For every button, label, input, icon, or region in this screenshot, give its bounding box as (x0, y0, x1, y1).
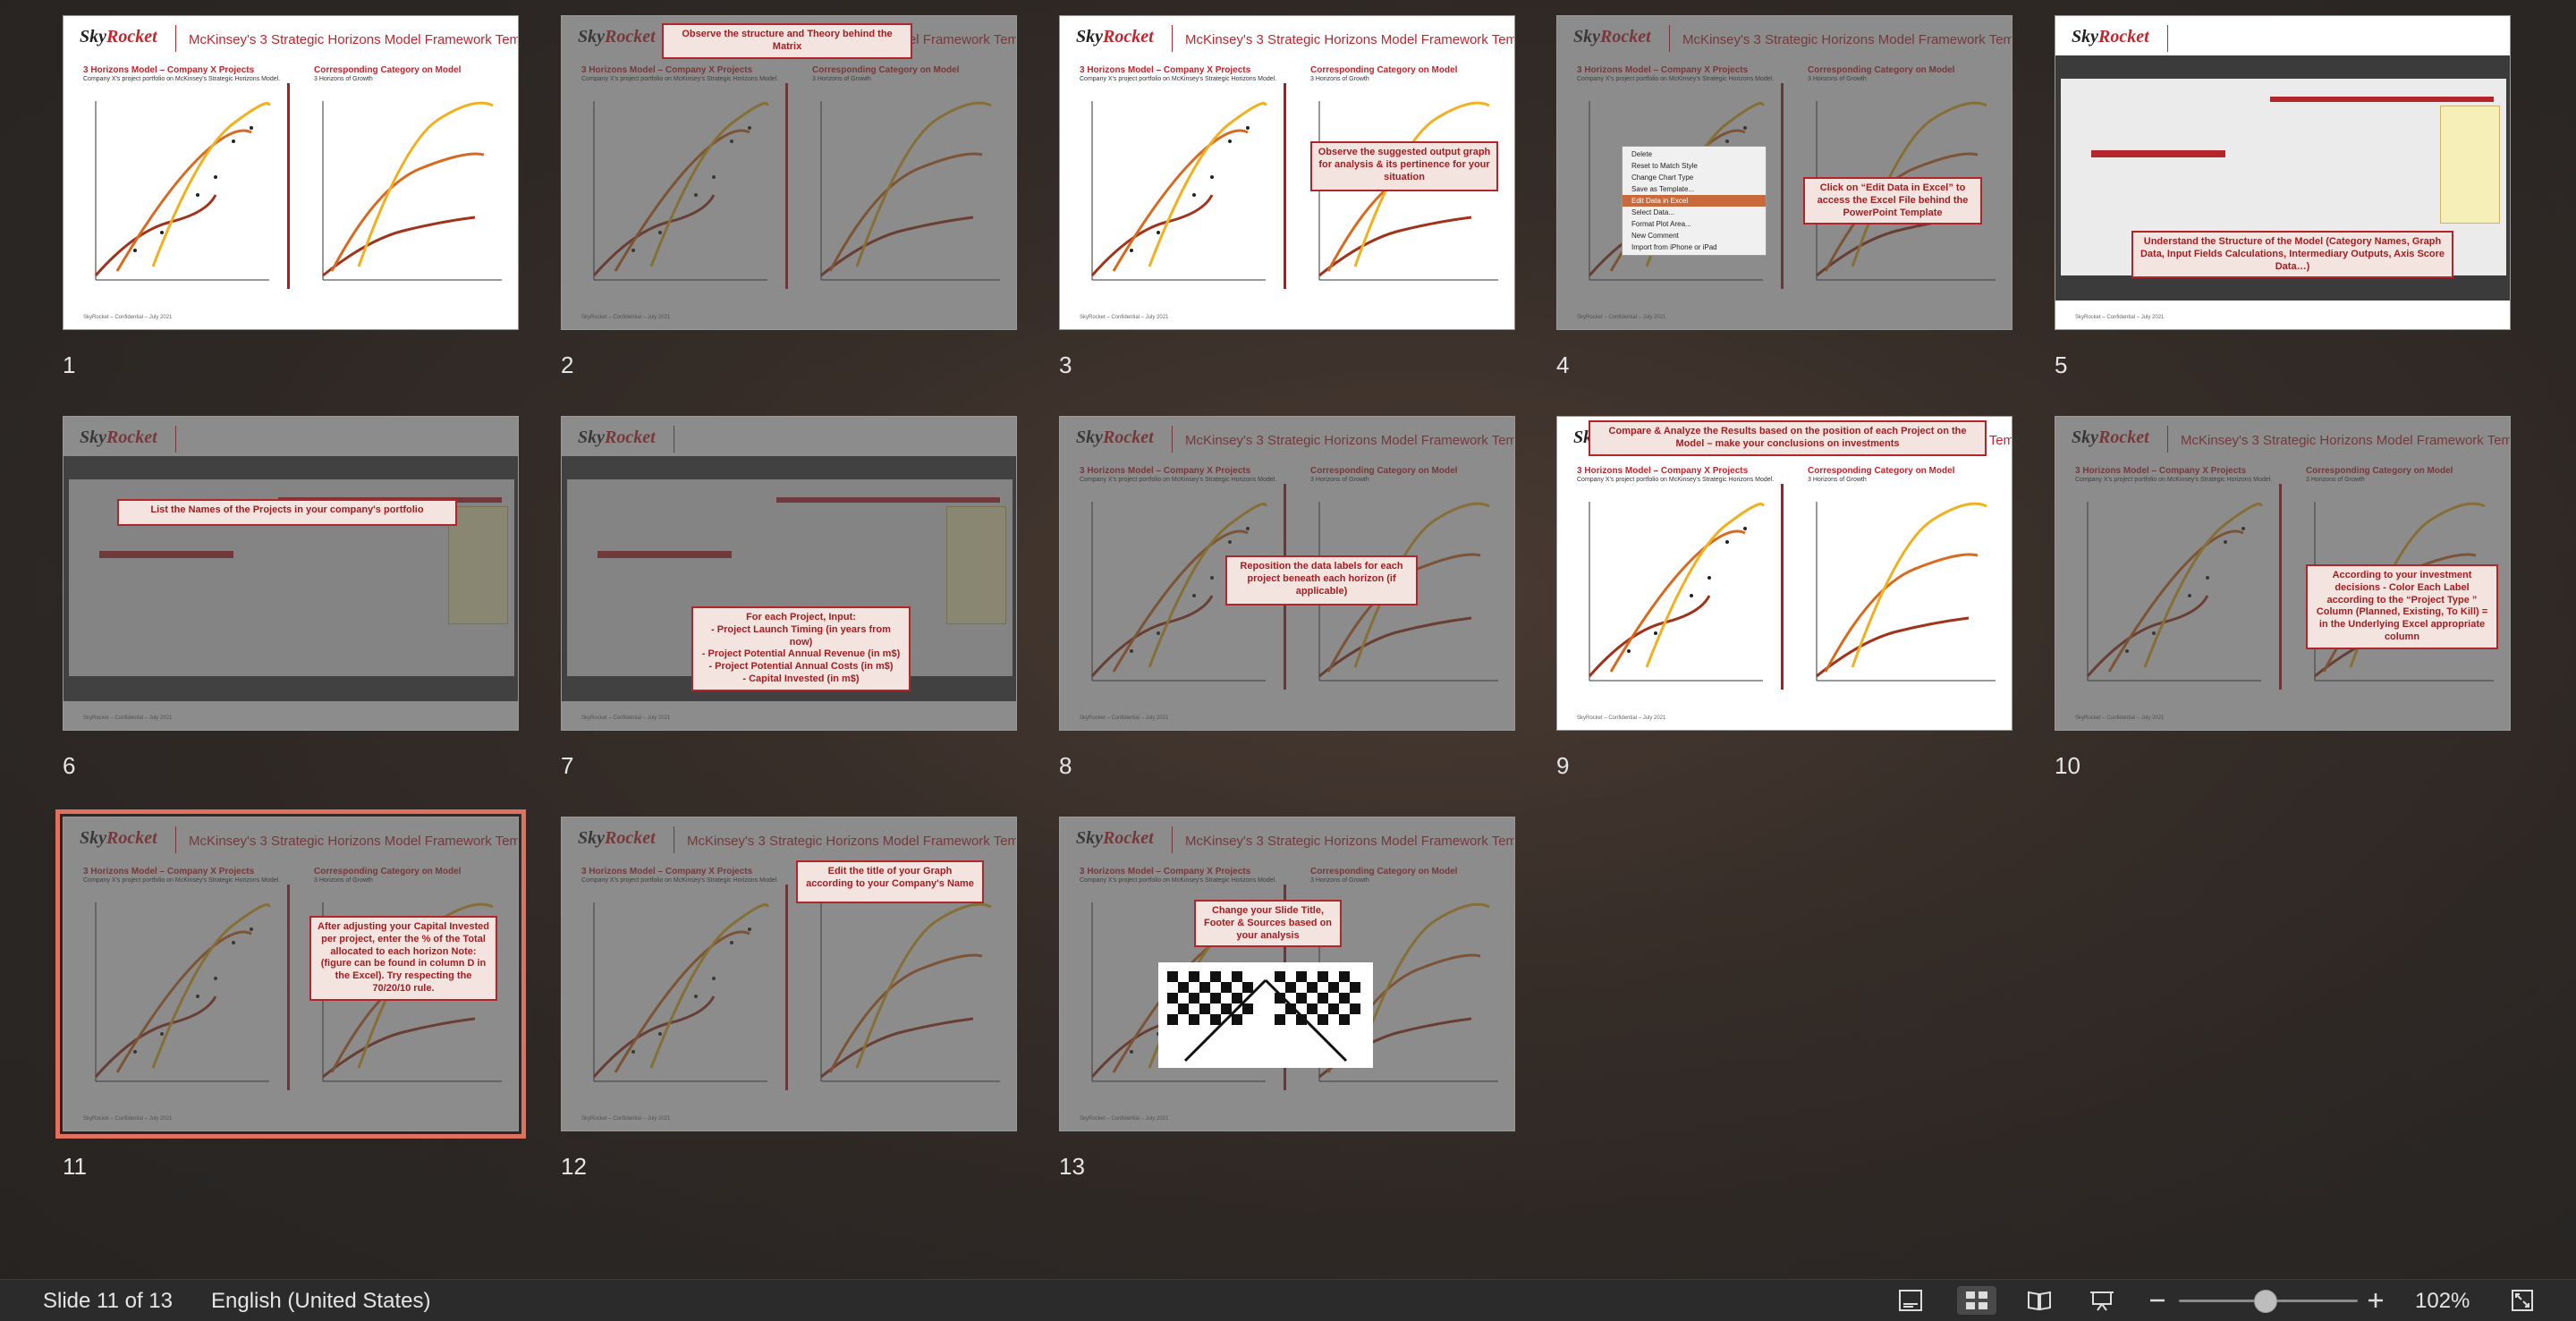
slide-number: 6 (63, 752, 76, 779)
excel-input-range (946, 506, 1006, 624)
header-divider (2167, 25, 2168, 52)
zoom-in-button[interactable] (2356, 1286, 2395, 1315)
context-menu-item[interactable]: Delete (1623, 148, 1766, 160)
slide-number: 2 (561, 351, 574, 378)
plus-icon (2368, 1293, 2383, 1308)
context-menu-item[interactable]: New Comment (1623, 230, 1766, 241)
status-bar: Slide 11 of 13 English (United States) 1… (0, 1279, 2576, 1321)
instruction-callout: For each Project, Input: - Project Launc… (691, 606, 911, 691)
slide-number: 12 (561, 1153, 587, 1180)
slide-thumbnail-9[interactable]: SkyRocket McKinsey's 3 Strategic Horizon… (1556, 416, 2012, 731)
context-menu-item[interactable]: Change Chart Type (1623, 172, 1766, 183)
horizons-graph (1588, 502, 1996, 682)
instruction-callout: Edit the title of your Graph according t… (796, 860, 984, 903)
excel-header-band (597, 551, 732, 558)
slide-footer: SkyRocket – Confidential – July 2021 (83, 315, 173, 320)
context-menu-item[interactable]: Format Plot Area... (1623, 218, 1766, 230)
instruction-callout: Observe the suggested output graph for a… (1310, 141, 1498, 191)
context-menu-item[interactable]: Edit Data in Excel (1623, 195, 1766, 207)
excel-input-range (448, 506, 508, 624)
slide-sorter-view-button[interactable] (1957, 1286, 1996, 1315)
slide-footer: SkyRocket – Confidential – July 2021 (83, 716, 173, 721)
slide-footer: SkyRocket – Confidential – July 2021 (581, 315, 671, 320)
language-indicator[interactable]: English (United States) (211, 1289, 430, 1314)
excel-header-band (2091, 150, 2225, 157)
slide-footer: SkyRocket – Confidential – July 2021 (581, 716, 671, 721)
presentation-icon (2090, 1291, 2114, 1311)
slide-footer: SkyRocket – Confidential – July 2021 (2075, 716, 2165, 721)
horizons-graph (592, 101, 1000, 281)
instruction-callout: Click on “Edit Data in Excel” to access … (1803, 177, 1982, 225)
minus-icon (2150, 1299, 2165, 1302)
slide-footer: SkyRocket – Confidential – July 2021 (1080, 1116, 1169, 1122)
instruction-callout: Understand the Structure of the Model (C… (2131, 231, 2453, 279)
slide-thumbnail-1[interactable]: SkyRocket McKinsey's 3 Strategic Horizon… (63, 15, 519, 330)
slide-thumbnail-13[interactable]: SkyRocket McKinsey's 3 Strategic Horizon… (1059, 817, 1515, 1131)
skyrocket-logo: SkyRocket (2072, 27, 2149, 47)
slide-footer: SkyRocket – Confidential – July 2021 (581, 1116, 671, 1122)
excel-input-range (2440, 106, 2500, 224)
instruction-callout: According to your investment decisions -… (2306, 564, 2498, 649)
instruction-callout: Observe the structure and Theory behind … (662, 23, 912, 59)
slideshow-button[interactable] (2082, 1286, 2122, 1315)
slide-number: 13 (1059, 1153, 1085, 1180)
slide-number: 11 (63, 1153, 87, 1180)
instruction-callout: List the Names of the Projects in your c… (117, 499, 457, 526)
slide-number: 4 (1556, 351, 1570, 378)
instruction-callout: Reposition the data labels for each proj… (1225, 555, 1418, 605)
reading-view-button[interactable] (2020, 1286, 2059, 1315)
zoom-out-button[interactable] (2138, 1286, 2177, 1315)
slide-indicator[interactable]: Slide 11 of 13 (43, 1289, 173, 1314)
fit-to-window-button[interactable] (2503, 1286, 2542, 1315)
slide-thumbnail-3[interactable]: SkyRocket McKinsey's 3 Strategic Horizon… (1059, 15, 1515, 330)
slide-thumbnail-2[interactable]: SkyRocket McKinsey's 3 Strategic Horizon… (561, 15, 1017, 330)
context-menu-item[interactable]: Import from iPhone or iPad (1623, 241, 1766, 253)
instruction-callout: Change your Slide Title, Footer & Source… (1194, 900, 1342, 948)
slide-footer: SkyRocket – Confidential – July 2021 (1577, 315, 1666, 320)
slide-thumbnail-7[interactable]: SkyRocket SkyRocket – Confidential – Jul… (561, 416, 1017, 731)
grid-icon (1966, 1291, 1987, 1309)
context-menu-item[interactable]: Select Data... (1623, 207, 1766, 218)
instruction-callout: Compare & Analyze the Results based on t… (1589, 420, 1987, 456)
notes-icon (1899, 1290, 1922, 1311)
slide-number: 3 (1059, 351, 1072, 378)
slide-thumbnail-5[interactable]: SkyRocket SkyRocket – Confidential – Jul… (2055, 15, 2511, 330)
slide-footer: SkyRocket – Confidential – July 2021 (2075, 315, 2165, 320)
header-divider (175, 426, 176, 453)
context-menu: Delete Reset to Match Style Change Chart T… (1622, 146, 1767, 256)
horizons-graph (94, 101, 502, 281)
slide-number: 1 (63, 351, 76, 378)
slide-thumbnail-8[interactable]: SkyRocket McKinsey's 3 Strategic Horizon… (1059, 416, 1515, 731)
slide-thumbnail-10[interactable]: SkyRocket McKinsey's 3 Strategic Horizon… (2055, 416, 2511, 731)
slide-number: 10 (2055, 752, 2080, 779)
slide-thumbnail-11[interactable]: SkyRocket McKinsey's 3 Strategic Horizon… (55, 809, 526, 1139)
zoom-percent[interactable]: 102% (2415, 1289, 2470, 1314)
slide-number: 9 (1556, 752, 1570, 779)
instruction-callout: After adjusting your Capital Invested pe… (309, 916, 497, 1001)
book-icon (2028, 1291, 2051, 1311)
slide-footer: SkyRocket – Confidential – July 2021 (1577, 716, 1666, 721)
slide-thumbnail-4[interactable]: SkyRocket McKinsey's 3 Strategic Horizon… (1556, 15, 2012, 330)
checkered-flags-image (1158, 962, 1373, 1068)
excel-header-band (2270, 97, 2494, 102)
skyrocket-logo: SkyRocket (578, 428, 656, 447)
context-menu-item[interactable]: Save as Template... (1623, 183, 1766, 195)
excel-header-band (776, 497, 1000, 503)
excel-header-band (99, 551, 233, 558)
slide-footer: SkyRocket – Confidential – July 2021 (1080, 716, 1169, 721)
slide-thumbnail-6[interactable]: SkyRocket SkyRocket – Confidential – Jul… (63, 416, 519, 731)
context-menu-item[interactable]: Reset to Match Style (1623, 160, 1766, 172)
slide-footer: SkyRocket – Confidential – July 2021 (1080, 315, 1169, 320)
slide-number: 8 (1059, 752, 1072, 779)
slide-sorter: SkyRocket McKinsey's 3 Strategic Horizon… (0, 0, 2576, 1279)
slide-number: 7 (561, 752, 574, 779)
slide-thumbnail-12[interactable]: SkyRocket McKinsey's 3 Strategic Horizon… (561, 817, 1017, 1131)
slide-footer: SkyRocket – Confidential – July 2021 (83, 1116, 173, 1122)
skyrocket-logo: SkyRocket (80, 428, 157, 447)
notes-view-button[interactable] (1891, 1286, 1930, 1315)
slide-number: 5 (2055, 351, 2068, 378)
fit-window-icon (2512, 1290, 2533, 1311)
zoom-slider-thumb[interactable] (2254, 1290, 2277, 1313)
